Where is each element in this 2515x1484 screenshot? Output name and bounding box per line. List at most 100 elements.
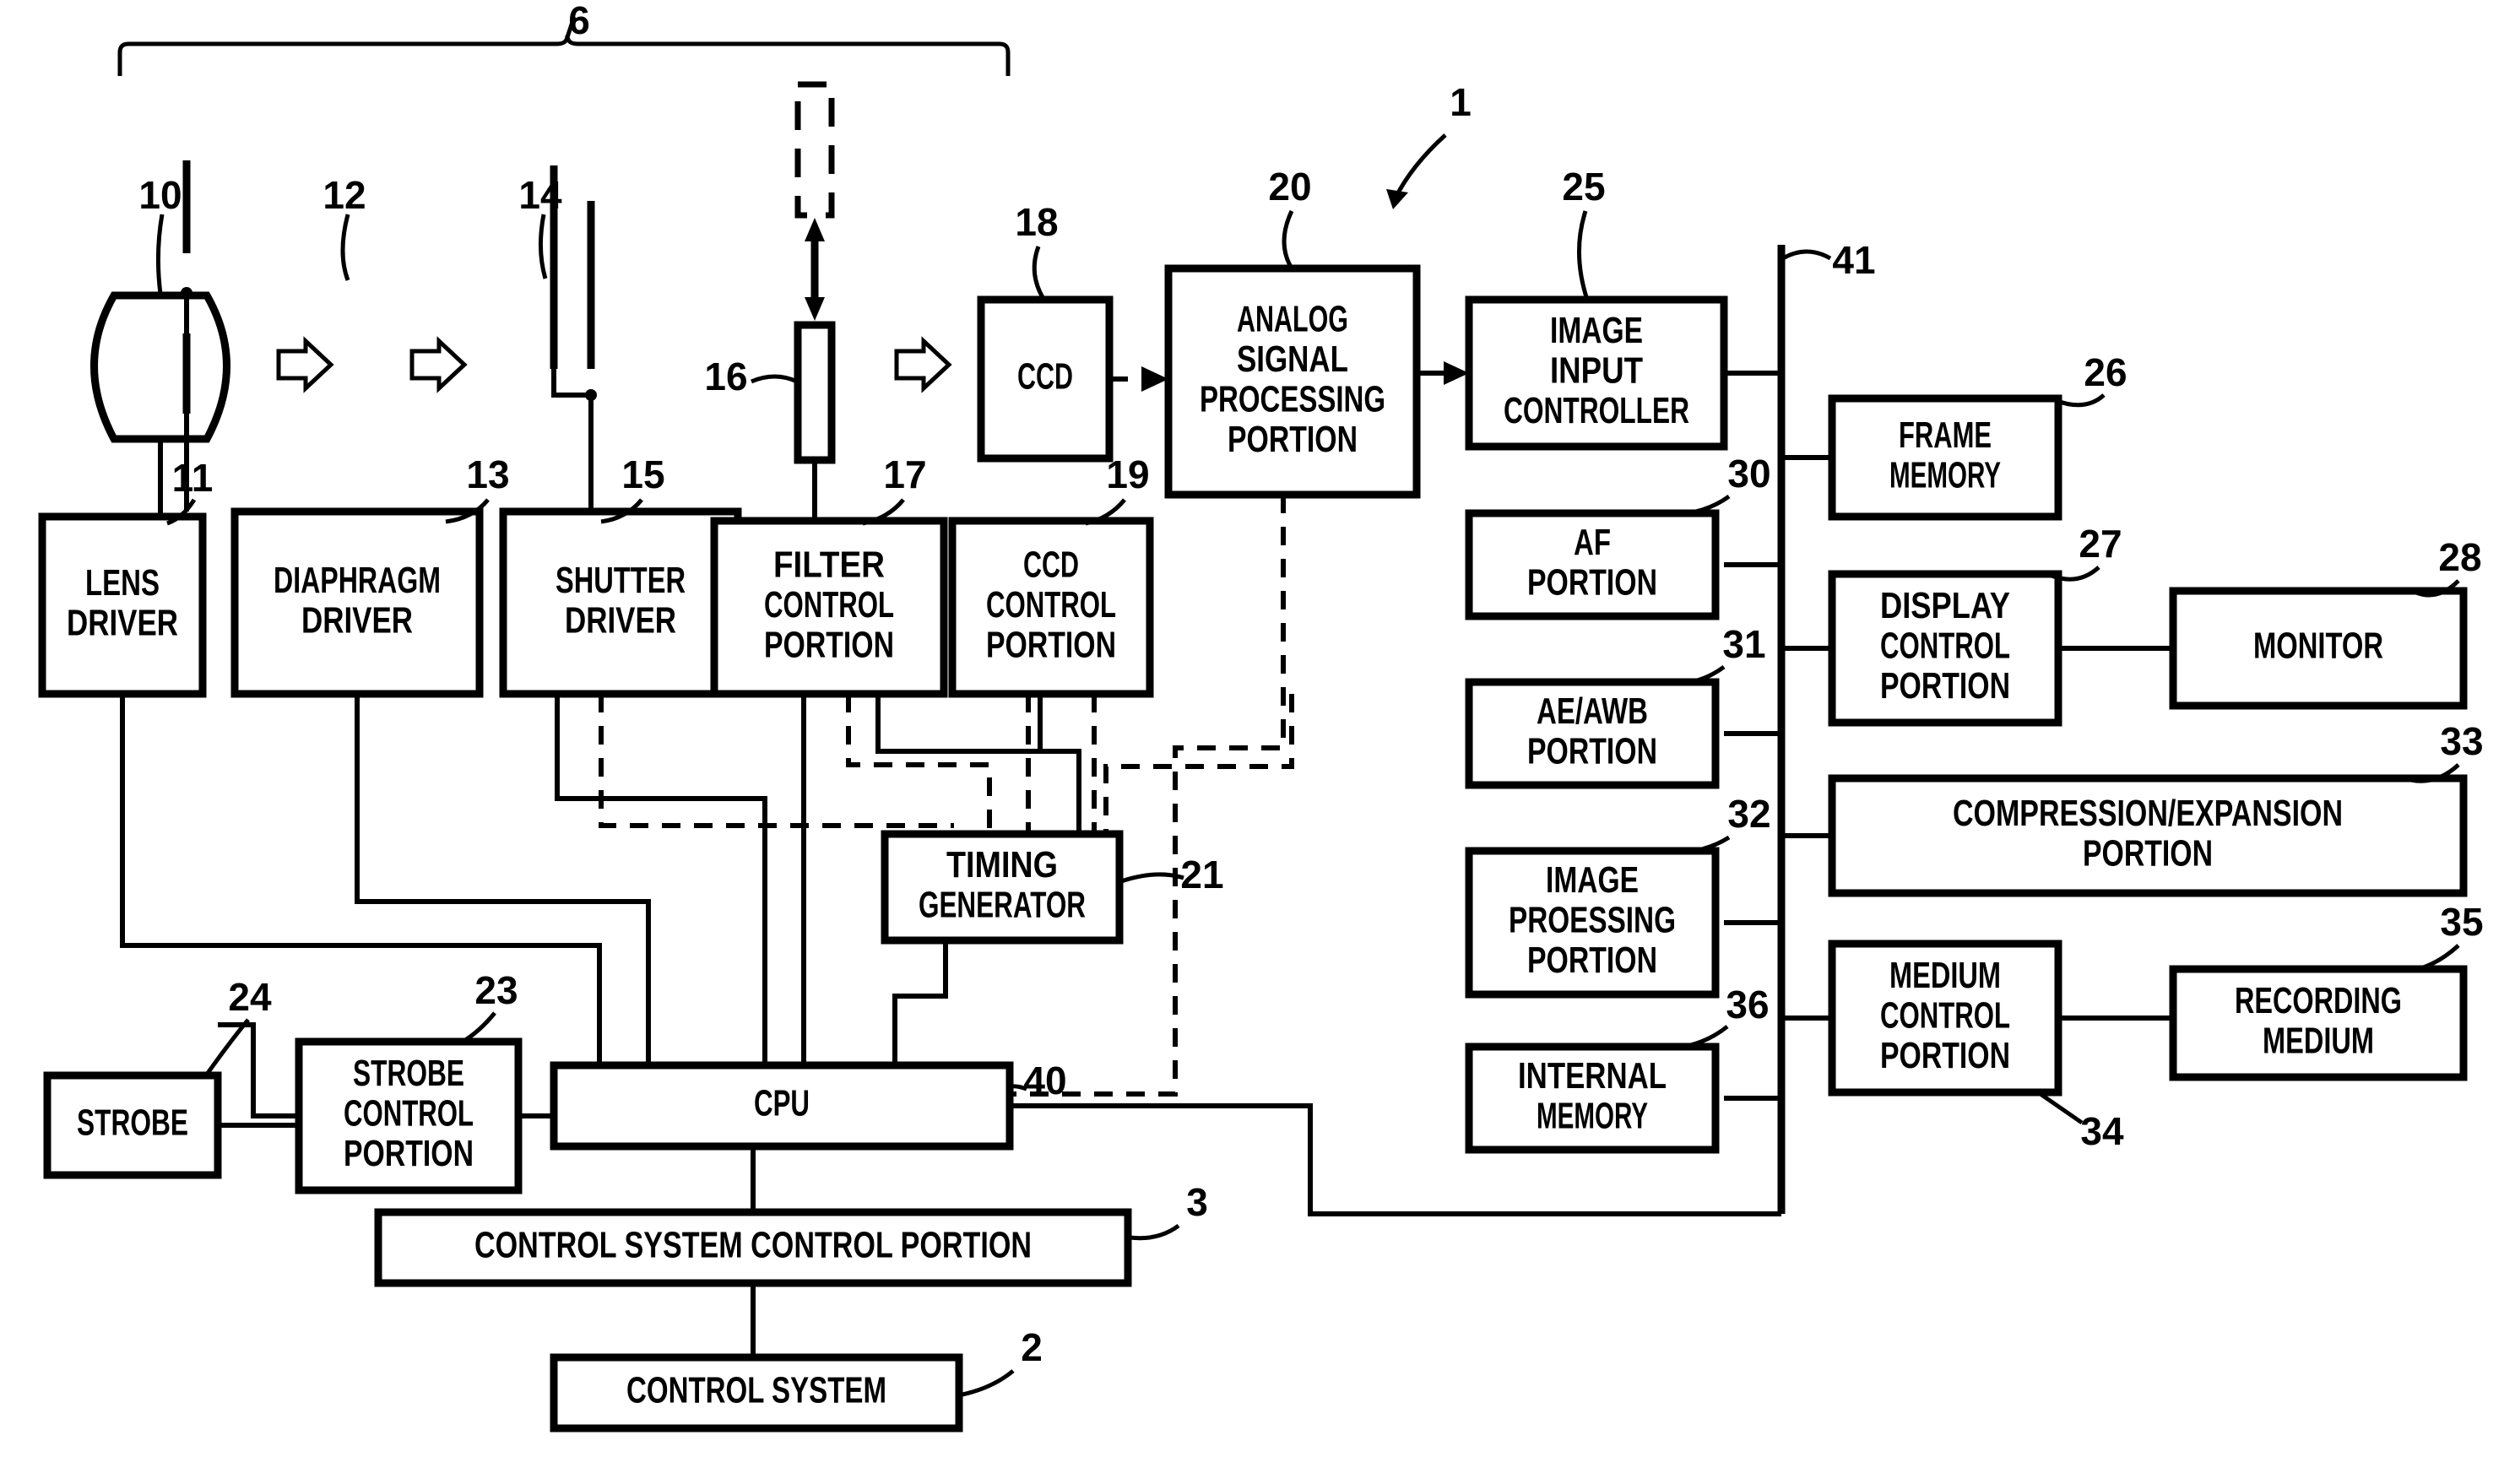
block-cpu[interactable]: CPU: [550, 1061, 1014, 1151]
block-label-line: MEDIUM: [2263, 1020, 2374, 1061]
block-label-line: STROBE: [77, 1102, 188, 1144]
block-strobe[interactable]: STROBE: [43, 1071, 222, 1179]
shutter-element: [538, 165, 597, 512]
reference-numeral-33: 33: [2440, 719, 2483, 763]
reference-numeral-16: 16: [704, 355, 747, 398]
block-label-line: MEDIUM: [1889, 955, 2001, 996]
light-path-arrow-2: [409, 336, 468, 393]
block-lens_driver[interactable]: LENSDRIVER: [38, 512, 207, 698]
block-label-line: CONTROL: [1880, 626, 2010, 667]
reference-numeral-41: 41: [1832, 238, 1875, 282]
block-recording_medium[interactable]: RECORDINGMEDIUM: [2169, 965, 2468, 1081]
block-internal_memory[interactable]: INTERNALMEMORY: [1465, 1043, 1720, 1154]
block-label-line: PORTION: [1880, 1035, 2010, 1076]
reference-numeral-2: 2: [1021, 1325, 1043, 1369]
block-compression[interactable]: COMPRESSION/EXPANSIONPORTION: [1828, 774, 2468, 897]
block-label-line: FILTER: [773, 544, 885, 586]
optical-group-brace: [117, 16, 1011, 76]
block-label-line: TIMING: [946, 844, 1058, 886]
reference-numeral-34: 34: [2080, 1109, 2124, 1153]
reference-numeral-15: 15: [621, 452, 664, 496]
block-layer: LENSDRIVERDIAPHRAGMDRIVERSHUTTERDRIVERFI…: [38, 264, 2468, 1433]
reference-numeral-17: 17: [883, 452, 926, 496]
block-label-line: LENS: [85, 562, 160, 604]
block-filter_control[interactable]: FILTERCONTROLPORTION: [710, 517, 948, 698]
block-strobe_control[interactable]: STROBECONTROLPORTION: [295, 1037, 523, 1194]
reference-numeral-25: 25: [1562, 165, 1605, 209]
block-image_input[interactable]: IMAGEINPUTCONTROLLER: [1465, 295, 1728, 451]
system-bus-41: [1777, 245, 1832, 1214]
block-label-line: COMPRESSION/EXPANSION: [1953, 793, 2343, 834]
reference-numeral-36: 36: [1726, 983, 1769, 1026]
block-display_control[interactable]: DISPLAYCONTROLPORTION: [1828, 570, 2062, 727]
light-path-arrow-1: [276, 336, 334, 393]
reference-numeral-11: 11: [172, 456, 214, 500]
ccd-to-analog-dashed-arrow: [1109, 366, 1168, 392]
block-label-line: MEMORY: [1889, 454, 2001, 496]
block-label-line: AE/AWB: [1537, 691, 1648, 732]
block-image_processing[interactable]: IMAGEPROESSINGPORTION: [1465, 847, 1720, 999]
block-label-line: DIAPHRAGM: [274, 560, 441, 601]
block-label-line: MONITOR: [2253, 626, 2383, 667]
block-label-line: DRIVER: [67, 602, 178, 643]
reference-numeral-18: 18: [1015, 200, 1058, 244]
block-label-line: CONTROL: [344, 1093, 474, 1135]
reference-numeral-12: 12: [323, 173, 366, 217]
block-monitor[interactable]: MONITOR: [2169, 587, 2468, 710]
block-label-line: CCD: [1017, 356, 1073, 398]
block-label-line: PORTION: [1527, 561, 1657, 603]
reference-numeral-20: 20: [1268, 165, 1311, 209]
block-label-line: INPUT: [1550, 350, 1643, 392]
block-ae_awb_portion[interactable]: AE/AWBPORTION: [1465, 678, 1720, 789]
block-label-line: DRIVER: [565, 599, 676, 641]
block-label-line: MEMORY: [1537, 1095, 1648, 1136]
block-label-line: CONTROL: [1880, 995, 2010, 1037]
block-label-line: PORTION: [2083, 832, 2213, 874]
timing-generator-dashed-lines: [599, 694, 1294, 834]
block-ctrl_sys_ctrl[interactable]: CONTROL SYSTEM CONTROL PORTION: [374, 1208, 1132, 1287]
block-label-line: PORTION: [764, 625, 894, 666]
block-label-line: PORTION: [344, 1133, 474, 1174]
block-shutter_driver[interactable]: SHUTTERDRIVER: [499, 507, 742, 698]
block-label-line: RECORDING: [2235, 980, 2402, 1021]
block-control_system[interactable]: CONTROL SYSTEM: [550, 1353, 963, 1433]
reference-numeral-19: 19: [1106, 452, 1149, 496]
block-diaphragm_driver[interactable]: DIAPHRAGMDRIVER: [230, 507, 484, 698]
block-label-line: PORTION: [1228, 419, 1358, 460]
block-medium_control[interactable]: MEDIUMCONTROLPORTION: [1828, 940, 2062, 1097]
block-diagram-svg: LENSDRIVERDIAPHRAGMDRIVERSHUTTERDRIVERFI…: [38, 0, 2484, 1433]
reference-numeral-13: 13: [466, 452, 509, 496]
block-label-line: STROBE: [353, 1053, 464, 1094]
reference-numeral-3: 3: [1186, 1180, 1208, 1224]
reference-numeral-14: 14: [518, 173, 562, 217]
block-ccd[interactable]: CCD: [977, 295, 1114, 463]
block-label-line: CONTROL SYSTEM CONTROL PORTION: [474, 1225, 1032, 1266]
analog-to-image-input-arrow: [1417, 361, 1469, 385]
light-path-arrow-3: [894, 336, 952, 393]
block-af_portion[interactable]: AFPORTION: [1465, 509, 1720, 620]
reference-numeral-24: 24: [228, 975, 272, 1019]
reference-numeral-1: 1: [1450, 80, 1472, 124]
reference-numeral-21: 21: [1180, 853, 1223, 896]
block-label-line: ANALOG: [1237, 298, 1348, 339]
block-label-line: DRIVER: [301, 599, 413, 641]
reference-numeral-10: 10: [138, 173, 182, 217]
block-label-line: PROCESSING: [1200, 378, 1385, 420]
block-ccd_control[interactable]: CCDCONTROLPORTION: [948, 517, 1154, 698]
reference-numeral-31: 31: [1722, 622, 1765, 666]
block-label-line: SIGNAL: [1237, 339, 1348, 380]
block-timing_generator[interactable]: TIMINGGENERATOR: [881, 830, 1124, 945]
block-label-line: FRAME: [1899, 414, 1992, 456]
block-label-line: CONTROLLER: [1504, 390, 1689, 431]
block-label-line: AF: [1574, 522, 1611, 563]
block-label-line: IMAGE: [1550, 310, 1643, 351]
block-label-line: CONTROL SYSTEM: [626, 1370, 886, 1411]
reference-numeral-28: 28: [2438, 535, 2481, 579]
block-label-line: PORTION: [1527, 730, 1657, 772]
block-label-line: PROESSING: [1509, 900, 1676, 941]
reference-numeral-35: 35: [2440, 900, 2483, 944]
block-frame_memory[interactable]: FRAMEMEMORY: [1828, 394, 2062, 521]
block-analog_signal[interactable]: ANALOGSIGNALPROCESSINGPORTION: [1164, 264, 1421, 499]
block-label-line: IMAGE: [1546, 859, 1639, 901]
ir-filter-element: [751, 81, 836, 521]
